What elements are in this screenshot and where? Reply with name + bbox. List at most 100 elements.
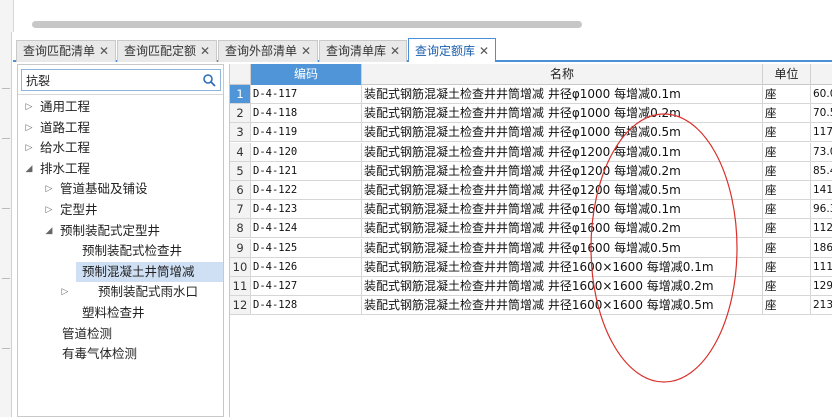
unit-cell[interactable]: 座 [763, 161, 811, 180]
unit-cell[interactable]: 座 [763, 104, 811, 123]
tree-item-3[interactable]: ▷ 给水工程 [18, 138, 223, 158]
triangle-right-icon[interactable]: ▷ [44, 200, 54, 220]
tab-query-matching-quota[interactable]: 查询匹配定额 ✕ [117, 40, 218, 62]
close-icon[interactable]: ✕ [301, 44, 311, 58]
name-cell[interactable]: 装配式钢筋混凝土检查井井筒增减 井径φ1000 每增减0.1m [362, 85, 763, 103]
tree-item-13[interactable]: 有毒气体检测 [18, 344, 223, 364]
tree-item-6[interactable]: ▷ 定型井 [18, 200, 223, 220]
table-row[interactable]: 5 D-4-121 装配式钢筋混凝土检查井井筒增减 井径φ1200 每增减0.2m 座… [230, 161, 832, 181]
unit-cell[interactable]: 座 [763, 85, 811, 103]
code-cell[interactable]: D-4-124 [251, 219, 362, 238]
price-cell[interactable]: 73.0 [811, 143, 832, 161]
header-unit[interactable]: 单位 [763, 64, 811, 85]
code-cell[interactable]: D-4-119 [251, 123, 362, 142]
tree-item-5[interactable]: ▷ 管道基础及铺设 [18, 179, 223, 199]
unit-cell[interactable]: 座 [763, 296, 811, 315]
code-cell[interactable]: D-4-117 [251, 85, 362, 103]
row-number[interactable]: 10 [230, 257, 251, 276]
header-name[interactable]: 名称 [362, 64, 763, 85]
name-cell[interactable]: 装配式钢筋混凝土检查井井筒增减 井径1600×1600 每增减0.1m [362, 257, 763, 276]
table-row[interactable]: 2 D-4-118 装配式钢筋混凝土检查井井筒增减 井径φ1000 每增减0.2m 座… [230, 104, 832, 124]
row-number[interactable]: 5 [230, 161, 251, 180]
row-number[interactable]: 9 [230, 238, 251, 257]
triangle-right-icon[interactable]: ▷ [60, 282, 70, 302]
unit-cell[interactable]: 座 [763, 219, 811, 238]
tab-query-external-list[interactable]: 查询外部清单 ✕ [218, 40, 319, 62]
tree-item-7[interactable]: ◢ 预制装配式定型井 [18, 221, 223, 241]
unit-cell[interactable]: 座 [763, 257, 811, 276]
price-cell[interactable]: 117. [811, 123, 832, 141]
code-cell[interactable]: D-4-127 [251, 277, 362, 295]
tree-item-1[interactable]: ▷ 通用工程 [18, 97, 223, 117]
price-cell[interactable]: 70.5 [811, 104, 832, 122]
search-icon[interactable] [202, 73, 216, 87]
close-icon[interactable]: ✕ [200, 44, 210, 58]
triangle-right-icon[interactable]: ▷ [24, 97, 34, 117]
triangle-right-icon[interactable]: ▷ [24, 118, 34, 138]
code-cell[interactable]: D-4-121 [251, 161, 362, 180]
code-cell[interactable]: D-4-122 [251, 181, 362, 199]
unit-cell[interactable]: 座 [763, 181, 811, 199]
tree-item-12[interactable]: 管道检测 [18, 324, 223, 344]
name-cell[interactable]: 装配式钢筋混凝土检查井井筒增减 井径1600×1600 每增减0.5m [362, 296, 763, 315]
tab-query-matching-list[interactable]: 查询匹配清单 ✕ [16, 40, 117, 62]
row-number[interactable]: 11 [230, 277, 251, 295]
unit-cell[interactable]: 座 [763, 200, 811, 219]
tree-item-4[interactable]: ◢ 排水工程 [18, 159, 223, 179]
price-cell[interactable]: 213. [811, 296, 832, 314]
unit-cell[interactable]: 座 [763, 142, 811, 161]
name-cell[interactable]: 装配式钢筋混凝土检查井井筒增减 井径φ1600 每增减0.2m [362, 219, 763, 238]
table-row[interactable]: 9 D-4-125 装配式钢筋混凝土检查井井筒增减 井径φ1600 每增减0.5m 座… [230, 238, 832, 258]
name-cell[interactable]: 装配式钢筋混凝土检查井井筒增减 井径φ1200 每增减0.1m [362, 142, 763, 161]
row-number[interactable]: 12 [230, 296, 251, 315]
search-input[interactable] [22, 70, 197, 90]
price-cell[interactable]: 85.4 [811, 162, 832, 180]
price-cell[interactable]: 186. [811, 239, 832, 257]
name-cell[interactable]: 装配式钢筋混凝土检查井井筒增减 井径1600×1600 每增减0.2m [362, 277, 763, 295]
tree-item-11[interactable]: 塑料检查井 [76, 303, 223, 323]
code-cell[interactable]: D-4-123 [251, 200, 362, 219]
tab-query-quota-library[interactable]: 查询定额库 ✕ [408, 38, 497, 62]
table-row[interactable]: 7 D-4-123 装配式钢筋混凝土检查井井筒增减 井径φ1600 每增减0.1m 座… [230, 200, 832, 220]
header-code[interactable]: 编码 [251, 64, 362, 85]
row-number[interactable]: 6 [230, 181, 251, 199]
header-price[interactable] [811, 64, 832, 85]
table-row[interactable]: 12 D-4-128 装配式钢筋混凝土检查井井筒增减 井径1600×1600 每增减… [230, 296, 832, 316]
row-number[interactable]: 3 [230, 123, 251, 142]
tree-item-8[interactable]: 预制装配式检查井 [76, 241, 223, 261]
table-row[interactable]: 8 D-4-124 装配式钢筋混凝土检查井井筒增减 井径φ1600 每增减0.2m 座… [230, 219, 832, 239]
tab-query-list-library[interactable]: 查询清单库 ✕ [319, 40, 408, 62]
triangle-right-icon[interactable]: ▷ [44, 179, 54, 199]
price-cell[interactable]: 96.3 [811, 200, 832, 218]
price-cell[interactable]: 141. [811, 181, 832, 199]
table-row[interactable]: 4 D-4-120 装配式钢筋混凝土检查井井筒增减 井径φ1200 每增减0.1m 座… [230, 142, 832, 162]
table-row[interactable]: 11 D-4-127 装配式钢筋混凝土检查井井筒增减 井径1600×1600 每增减… [230, 277, 832, 296]
tree-item-10[interactable]: ▷ 预制装配式雨水口 [62, 282, 223, 302]
close-icon[interactable]: ✕ [99, 44, 109, 58]
unit-cell[interactable]: 座 [763, 238, 811, 257]
table-row[interactable]: 10 D-4-126 装配式钢筋混凝土检查井井筒增减 井径1600×1600 每增减… [230, 257, 832, 277]
price-cell[interactable]: 129. [811, 277, 832, 295]
name-cell[interactable]: 装配式钢筋混凝土检查井井筒增减 井径φ1200 每增减0.2m [362, 161, 763, 180]
code-cell[interactable]: D-4-120 [251, 142, 362, 161]
row-number[interactable]: 2 [230, 104, 251, 123]
price-cell[interactable]: 111. [811, 258, 832, 276]
triangle-down-icon[interactable]: ◢ [44, 221, 54, 241]
triangle-down-icon[interactable]: ◢ [24, 159, 34, 179]
tree-item-2[interactable]: ▷ 道路工程 [18, 118, 223, 138]
name-cell[interactable]: 装配式钢筋混凝土检查井井筒增减 井径φ1000 每增减0.5m [362, 123, 763, 142]
row-number[interactable]: 4 [230, 142, 251, 161]
name-cell[interactable]: 装配式钢筋混凝土检查井井筒增减 井径φ1200 每增减0.5m [362, 181, 763, 199]
code-cell[interactable]: D-4-125 [251, 238, 362, 257]
name-cell[interactable]: 装配式钢筋混凝土检查井井筒增减 井径φ1000 每增减0.2m [362, 104, 763, 123]
table-row[interactable]: 3 D-4-119 装配式钢筋混凝土检查井井筒增减 井径φ1000 每增减0.5m 座… [230, 123, 832, 143]
code-cell[interactable]: D-4-118 [251, 104, 362, 123]
row-number[interactable]: 7 [230, 200, 251, 219]
tree-item-9[interactable]: 预制混凝土井筒增减 [76, 261, 223, 282]
price-cell[interactable]: 60.0 [811, 85, 832, 103]
table-row[interactable]: 1 D-4-117 装配式钢筋混凝土检查井井筒增减 井径φ1000 每增减0.1m 座… [230, 85, 832, 104]
unit-cell[interactable]: 座 [763, 123, 811, 142]
code-cell[interactable]: D-4-126 [251, 257, 362, 276]
horizontal-scrollbar[interactable] [32, 21, 582, 28]
row-number[interactable]: 8 [230, 219, 251, 238]
